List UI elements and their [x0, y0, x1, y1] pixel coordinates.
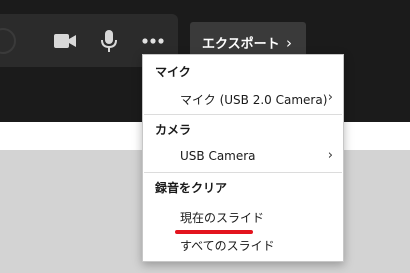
camera-icon: [54, 34, 76, 48]
recording-settings-menu: マイク マイク (USB 2.0 Camera) › カメラ USB Camer…: [142, 54, 344, 262]
microphone-icon: [101, 30, 117, 52]
clear-current-slide-label: 現在のスライド: [180, 211, 265, 225]
chevron-right-icon: ›: [327, 148, 333, 163]
clear-all-slides-label: すべてのスライド: [180, 239, 275, 253]
camera-toggle-button[interactable]: [52, 28, 78, 54]
more-options-button[interactable]: [140, 28, 166, 54]
menu-divider: [144, 114, 342, 115]
clear-current-slide-item[interactable]: 現在のスライド: [144, 205, 342, 229]
camera-selector[interactable]: USB Camera ›: [144, 145, 342, 169]
microphone-selector-label: マイク (USB 2.0 Camera): [180, 93, 328, 107]
microphone-toggle-button[interactable]: [96, 28, 122, 54]
chevron-right-icon: ›: [327, 90, 333, 105]
menu-divider: [144, 172, 342, 173]
more-options-icon: [142, 38, 164, 44]
camera-section-header: カメラ: [155, 123, 192, 137]
export-button-label: エクスポート: [202, 36, 280, 52]
clear-recording-section-header: 録音をクリア: [155, 181, 228, 195]
clear-all-slides-item[interactable]: すべてのスライド: [144, 233, 342, 257]
chevron-right-icon: ›: [286, 34, 292, 52]
microphone-section-header: マイク: [155, 65, 191, 79]
microphone-selector[interactable]: マイク (USB 2.0 Camera) ›: [144, 87, 342, 111]
camera-selector-label: USB Camera: [180, 149, 256, 163]
